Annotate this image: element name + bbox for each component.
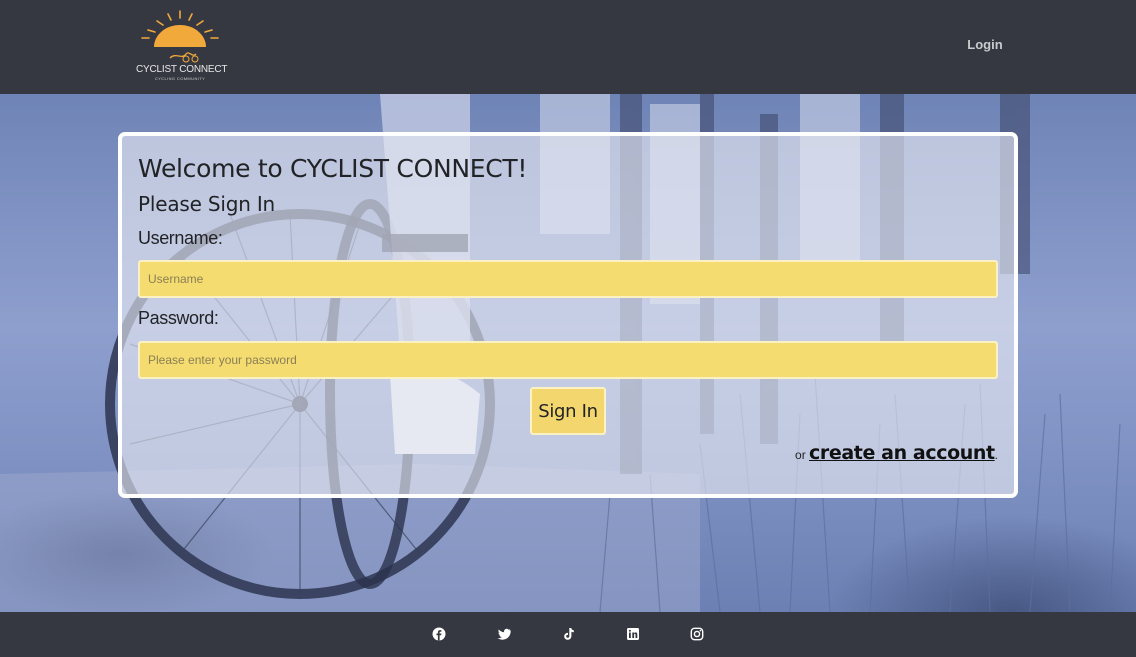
username-input[interactable]	[138, 260, 998, 298]
twitter-icon[interactable]	[497, 627, 511, 641]
create-account-link[interactable]: create an account	[809, 442, 995, 464]
page-title: Welcome to CYCLIST CONNECT!	[138, 154, 528, 183]
create-account-row: or create an account.	[795, 442, 998, 464]
login-link[interactable]: Login	[955, 37, 1015, 52]
sun-logo-icon	[141, 10, 219, 63]
username-label: Username:	[138, 228, 223, 248]
tiktok-icon[interactable]	[562, 627, 576, 641]
or-text: or	[795, 448, 806, 462]
site-header: CYCLIST CONNECT CYCLING COMMUNITY Login	[0, 0, 1136, 94]
linkedin-icon[interactable]	[626, 627, 640, 641]
instagram-icon[interactable]	[690, 627, 704, 641]
page-subtitle: Please Sign In	[138, 192, 276, 216]
site-footer	[0, 612, 1136, 657]
trailing-period: .	[994, 448, 998, 462]
signin-button[interactable]: Sign In	[530, 387, 606, 435]
cyclist-connect-logo[interactable]: CYCLIST CONNECT CYCLING COMMUNITY	[134, 8, 228, 86]
password-input[interactable]	[138, 341, 998, 379]
password-label: Password:	[138, 308, 219, 328]
signin-card: Welcome to CYCLIST CONNECT! Please Sign …	[118, 132, 1018, 498]
logo-text: CYCLIST CONNECT	[136, 64, 228, 75]
logo-subtext: CYCLING COMMUNITY	[154, 76, 206, 81]
facebook-icon[interactable]	[432, 627, 446, 641]
